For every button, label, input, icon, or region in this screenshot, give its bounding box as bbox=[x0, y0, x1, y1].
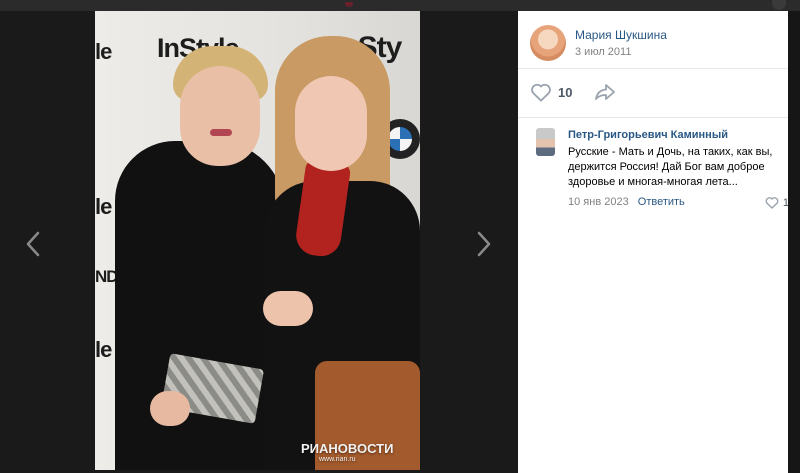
backdrop-fragment-4: le bbox=[95, 337, 112, 362]
woman-right-face bbox=[295, 76, 367, 171]
chevron-right-icon bbox=[477, 231, 491, 257]
commenter-avatar[interactable] bbox=[536, 128, 555, 156]
post-photo[interactable]: InStyle InSty le le NDI le РИАНОВОСТИ ww… bbox=[95, 11, 420, 470]
chevron-left-icon bbox=[26, 231, 40, 257]
divider bbox=[518, 117, 788, 118]
hand bbox=[150, 391, 190, 426]
post-date[interactable]: 3 июл 2011 bbox=[575, 45, 667, 60]
author-name[interactable]: Мария Шукшина bbox=[575, 27, 667, 43]
commenter-name[interactable]: Петр-Григорьевич Каминный bbox=[568, 128, 773, 142]
like-button[interactable]: 10 bbox=[530, 82, 572, 102]
top-overlay bbox=[0, 0, 800, 11]
hand bbox=[263, 291, 313, 326]
backdrop-fragment-2: le bbox=[95, 194, 112, 219]
comment-date[interactable]: 10 янв 2023 bbox=[568, 196, 629, 208]
notification-dot bbox=[345, 2, 353, 7]
backdrop-fragment-1: le bbox=[95, 39, 112, 64]
author-avatar[interactable] bbox=[530, 25, 566, 61]
comment-text: Русские - Мать и Дочь, на таких, как вы,… bbox=[568, 146, 773, 188]
heart-icon bbox=[531, 83, 551, 102]
post-actions: 10 bbox=[530, 80, 616, 104]
watermark-text: РИАНОВОСТИ bbox=[301, 441, 394, 456]
comment-footer: 10 янв 2023 Ответить 1 bbox=[568, 196, 789, 210]
reply-link[interactable]: Ответить bbox=[638, 196, 685, 208]
comment-like-button[interactable]: 1 bbox=[765, 196, 789, 209]
divider bbox=[518, 68, 788, 69]
woman-left-face bbox=[180, 66, 260, 166]
watermark-url: www.rian.ru bbox=[319, 456, 356, 463]
share-arrow-icon bbox=[595, 84, 616, 100]
woman-left-coat bbox=[115, 141, 285, 470]
post-author: Мария Шукшина 3 июл 2011 bbox=[530, 23, 667, 63]
previous-photo-button[interactable] bbox=[18, 229, 48, 259]
woman-left-lips bbox=[210, 129, 232, 136]
share-button[interactable] bbox=[594, 83, 616, 101]
panel-gutter bbox=[788, 11, 800, 473]
post-side-panel: Мария Шукшина 3 июл 2011 10 Петр-Григорь… bbox=[518, 11, 789, 473]
heart-icon bbox=[765, 197, 779, 209]
next-photo-button[interactable] bbox=[469, 229, 499, 259]
like-count: 10 bbox=[558, 84, 573, 100]
photo-watermark: РИАНОВОСТИ www.rian.ru bbox=[301, 441, 393, 463]
